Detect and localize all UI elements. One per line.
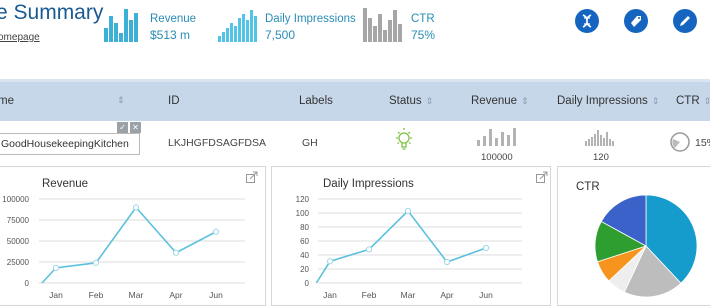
y-tick-label: 75000 [7, 216, 30, 225]
revenue-line-chart: 0 25000 50000 75000 100000 Jan Feb Mar Apr Jun [2, 195, 245, 300]
revenue-cell: 100000 [481, 152, 513, 163]
ctr-stat-label: CTR [411, 13, 435, 25]
x-tick-label: Jan [323, 290, 337, 300]
sort-icon[interactable]: ⇕ [117, 95, 125, 106]
impressions-cell: 120 [593, 152, 609, 163]
impressions-sparkbar-icon [585, 130, 614, 146]
y-tick-label: 100000 [2, 195, 29, 204]
data-point [172, 249, 180, 256]
x-tick-label: Jan [49, 290, 63, 300]
x-tick-label: Feb [362, 290, 377, 300]
ctr-cell: 15% [695, 137, 710, 149]
y-tick-label: 40 [300, 251, 309, 260]
ctr-pie-chart [594, 194, 698, 298]
sort-icon[interactable]: ⇕ [426, 96, 434, 106]
lightbulb-icon [396, 128, 412, 150]
column-header-status[interactable]: Status ⇕ [389, 95, 433, 107]
impressions-line-chart: 0 20 40 60 80 100 120 Jan Feb Mar Apr Jun [296, 195, 522, 300]
expand-icon[interactable] [536, 171, 548, 183]
y-tick-label: 0 [305, 279, 310, 288]
labels-cell: GH [302, 137, 318, 149]
data-point [52, 264, 60, 271]
sort-icon[interactable]: ⇕ [704, 96, 710, 106]
data-point [326, 258, 334, 265]
tag-button[interactable] [624, 9, 648, 33]
column-header-id: ID [168, 95, 180, 107]
data-point [443, 258, 451, 266]
expand-icon[interactable] [246, 171, 258, 183]
column-header-impressions[interactable]: Daily Impressions ⇕ [557, 95, 659, 107]
page-title: e Summary [0, 1, 104, 24]
x-tick-label: Feb [89, 290, 104, 300]
ctr-stat-value: 75% [411, 28, 436, 42]
y-tick-label: 80 [300, 223, 309, 232]
dna-icon [582, 14, 592, 28]
clear-button[interactable]: ✕ [130, 122, 141, 133]
data-point [404, 207, 412, 214]
impressions-stat-value: 7,500 [265, 28, 296, 42]
series-line [41, 206, 217, 284]
confirm-button[interactable]: ✓ [117, 122, 128, 133]
impressions-chart-card: Daily Impressions 0 20 40 60 80 100 120 Jan Feb M… [271, 166, 551, 306]
x-tick-label: Mar [129, 290, 144, 300]
y-tick-label: 20 [300, 265, 309, 274]
sort-icon[interactable]: ⇕ [521, 96, 529, 106]
table-header: me ⇕ ID Labels Status ⇕ Revenue ⇕ Daily Im… [0, 79, 710, 121]
column-header-ctr[interactable]: CTR ⇕ [676, 95, 710, 107]
x-tick-label: Apr [440, 290, 453, 300]
pencil-icon [680, 16, 690, 26]
x-tick-label: Apr [169, 290, 182, 300]
revenue-bars-icon [104, 9, 138, 42]
x-tick-label: Jun [479, 290, 493, 300]
homepage-link[interactable]: omepage [0, 32, 40, 43]
ctr-chart-card: CTR [557, 166, 710, 306]
y-tick-label: 0 [25, 279, 30, 288]
x-tick-label: Mar [401, 290, 416, 300]
table-row: ✓ ✕ GoodHousekeepingKitchen LKJHGFDSAGFD… [0, 121, 710, 165]
impressions-bars-icon [218, 10, 257, 42]
ctr-gauge-icon [670, 132, 690, 152]
revenue-stat-value: $513 m [150, 28, 191, 42]
tag-icon [631, 16, 641, 27]
id-cell: LKJHGFDSAGFDSA [168, 137, 267, 149]
y-tick-label: 60 [300, 237, 309, 246]
series-line [315, 209, 487, 284]
y-tick-label: 50000 [7, 237, 30, 246]
column-header-revenue[interactable]: Revenue ⇕ [471, 95, 529, 107]
y-tick-label: 100 [296, 209, 310, 218]
data-point [92, 259, 100, 266]
name-field[interactable]: GoodHousekeepingKitchen [0, 133, 140, 155]
revenue-sparkbar-icon [477, 128, 516, 146]
column-header-name[interactable]: me [0, 95, 14, 107]
impressions-stat-label: Daily Impressions [265, 13, 356, 25]
column-header-labels: Labels [299, 95, 333, 107]
page-header: e Summary omepage Revenue $513 m Daily I… [0, 0, 710, 80]
edit-button[interactable] [673, 9, 697, 33]
data-point [212, 228, 220, 235]
data-point [365, 246, 373, 253]
y-tick-label: 25000 [7, 258, 30, 267]
sort-icon[interactable]: ⇕ [652, 96, 660, 106]
revenue-chart-card: Revenue 0 25000 50000 75000 100000 Jan Feb Mar A… [0, 166, 266, 306]
dna-button[interactable] [575, 9, 599, 33]
x-tick-label: Jun [209, 290, 223, 300]
data-point [132, 204, 140, 211]
ctr-bars-icon [363, 8, 402, 42]
y-tick-label: 120 [296, 195, 310, 204]
data-point [482, 244, 490, 252]
revenue-stat-label: Revenue [150, 13, 197, 25]
